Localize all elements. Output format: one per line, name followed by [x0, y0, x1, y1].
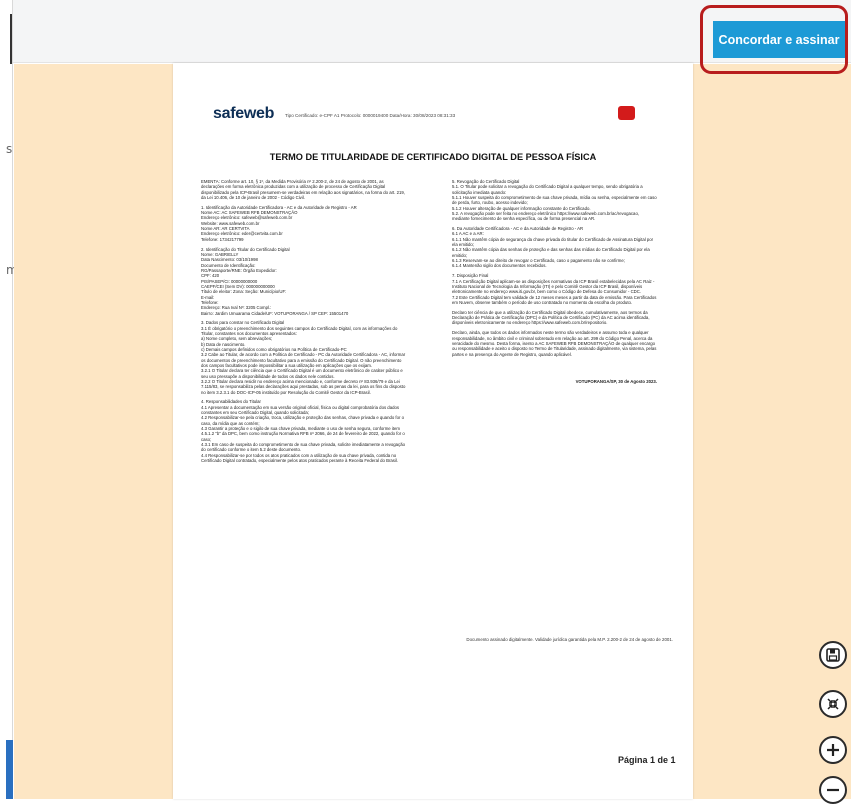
zoom-in-button[interactable] [819, 736, 847, 764]
certificate-badge-icon [618, 106, 635, 120]
document-title: TERMO DE TITULARIDADE DE CERTIFICADO DIG… [269, 152, 597, 162]
fit-page-icon [827, 698, 839, 710]
section-5: 5. Revogação do Certificado Digital 5.1.… [452, 179, 657, 222]
section-3: 3. Dados para constar no Certificado Dig… [201, 320, 406, 395]
section-7: 7. Disposição Final 7.1 A Certificação D… [452, 273, 657, 305]
declaration-2: Declaro, ainda, que todos os dados infor… [452, 330, 657, 357]
left-column: EMENTA: Conforme art. 10, § 1º, da Medid… [201, 179, 406, 468]
place-date: VOTUPORANGA/SP, 30 de Agosto 2023. [575, 378, 657, 384]
certificate-header-info: Tipo Certificado: e-CPF A1 Protocolo: 00… [285, 113, 456, 118]
save-button[interactable] [819, 641, 847, 669]
page-indicator: Página 1 de 1 [618, 755, 676, 765]
fit-page-button[interactable] [819, 690, 847, 718]
section-4: 4. Responsabilidades do Titular 4.1 Apre… [201, 399, 405, 464]
signature-footer: Documento assinado digitalmente. Validad… [466, 637, 673, 642]
section-6: 6. Da Autoridade Certificadora - AC e da… [452, 226, 654, 269]
safeweb-logo: safeweb [213, 105, 275, 122]
side-accent [6, 740, 13, 799]
save-icon [826, 648, 840, 662]
document-page: safeweb Tipo Certificado: e-CPF A1 Proto… [173, 63, 693, 799]
ementa-paragraph: EMENTA: Conforme art. 10, § 1º, da Medid… [201, 179, 405, 200]
right-column: 5. Revogação do Certificado Digital 5.1.… [452, 179, 657, 389]
side-mark-s: s [6, 142, 13, 156]
zoom-out-button[interactable] [819, 776, 847, 804]
section-1: 1. Identificação da Autoridade Certifica… [201, 204, 357, 242]
agree-and-sign-button[interactable]: Concordar e assinar [713, 21, 845, 58]
left-panel-edge: s m [0, 0, 18, 799]
zoom-out-icon [827, 788, 839, 792]
declaration-1: Declaro ter ciência de que a utilização … [452, 309, 650, 326]
divider [10, 14, 12, 64]
section-2: 2. Identificação do Titular do Certifica… [201, 246, 349, 316]
zoom-in-icon [827, 744, 839, 756]
